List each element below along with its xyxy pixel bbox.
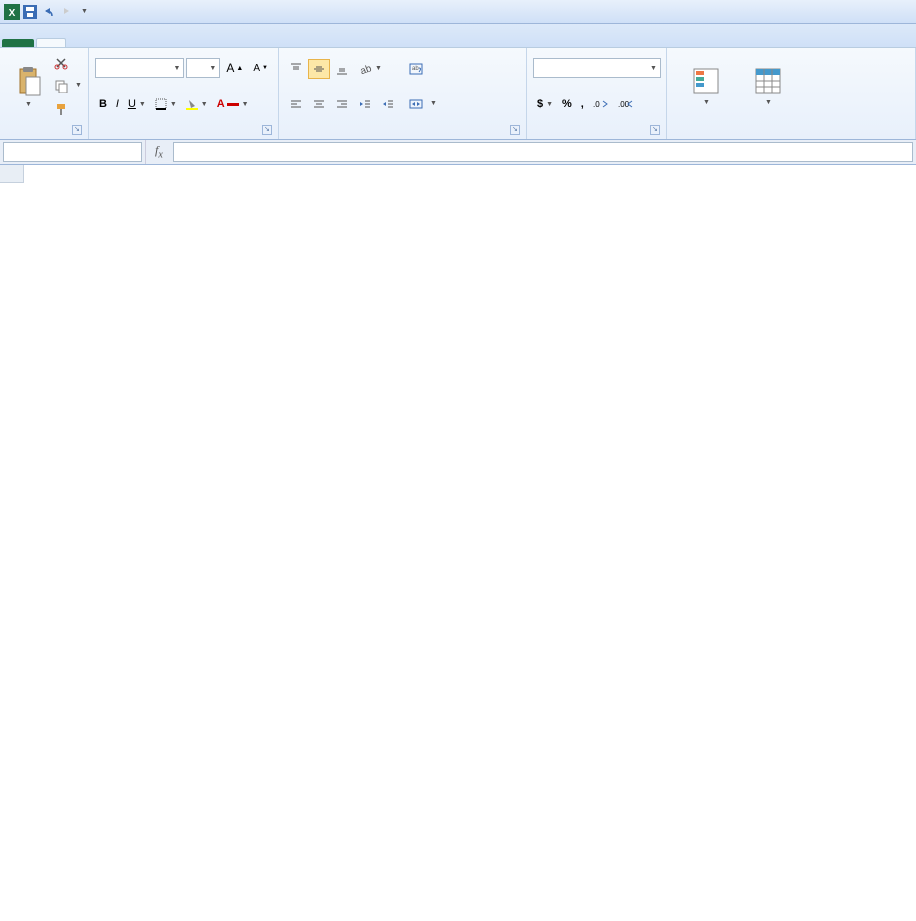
svg-text:X: X: [9, 8, 16, 19]
decrease-indent-icon[interactable]: [354, 94, 376, 114]
format-painter-button[interactable]: [54, 98, 82, 120]
group-font: ▼ ▼ A▲ A▼ B I U▼ ▼ ▼ A▼ ↘: [89, 48, 279, 139]
group-number: ▼ $▼ % , .0 .00 ↘: [527, 48, 667, 139]
copy-button[interactable]: ▼: [54, 75, 82, 97]
redo-icon[interactable]: [58, 4, 74, 20]
fill-color-button[interactable]: ▼: [182, 94, 212, 114]
clipboard-launcher-icon[interactable]: ↘: [72, 125, 82, 135]
font-launcher-icon[interactable]: ↘: [262, 125, 272, 135]
grow-font-icon[interactable]: A▲: [222, 58, 247, 78]
tab-insert[interactable]: [66, 39, 94, 47]
group-clipboard: ▼ ▼ ↘: [0, 48, 89, 139]
svg-text:ab: ab: [359, 62, 372, 75]
formula-bar: fx: [0, 140, 916, 165]
select-all-corner[interactable]: [0, 165, 24, 183]
align-top-icon[interactable]: [285, 59, 307, 79]
ribbon: ▼ ▼ ↘ ▼ ▼ A▲ A▼ B I U▼ ▼ ▼ A▼: [0, 48, 916, 140]
font-name-select[interactable]: ▼: [95, 58, 185, 78]
percent-icon[interactable]: %: [558, 94, 576, 114]
font-color-button[interactable]: A▼: [213, 94, 253, 114]
paste-button[interactable]: ▼: [6, 51, 50, 121]
excel-icon[interactable]: X: [4, 4, 20, 20]
align-right-icon[interactable]: [331, 94, 353, 114]
align-center-icon[interactable]: [308, 94, 330, 114]
shrink-font-icon[interactable]: A▼: [249, 58, 272, 78]
formula-input[interactable]: [173, 142, 913, 162]
increase-indent-icon[interactable]: [377, 94, 399, 114]
tab-file[interactable]: [2, 39, 34, 47]
svg-text:ab: ab: [412, 66, 419, 72]
border-button[interactable]: ▼: [151, 94, 181, 114]
number-launcher-icon[interactable]: ↘: [650, 125, 660, 135]
number-format-select[interactable]: ▼: [533, 58, 661, 78]
font-size-select[interactable]: ▼: [186, 58, 220, 78]
tab-page-layout[interactable]: [94, 39, 122, 47]
group-styles: ▼ ▼: [667, 48, 916, 139]
format-as-table-button[interactable]: ▼: [743, 51, 793, 121]
align-bottom-icon[interactable]: [331, 59, 353, 79]
tab-view[interactable]: [206, 39, 234, 47]
alignment-launcher-icon[interactable]: ↘: [510, 125, 520, 135]
currency-icon[interactable]: $▼: [533, 94, 557, 114]
undo-icon[interactable]: [40, 4, 56, 20]
tab-review[interactable]: [178, 39, 206, 47]
merge-center-button[interactable]: ▼: [409, 93, 437, 115]
bold-button[interactable]: B: [95, 94, 111, 114]
fx-icon[interactable]: fx: [149, 143, 169, 160]
titlebar: X ▼: [0, 0, 916, 24]
cut-button[interactable]: [54, 52, 82, 74]
decrease-decimal-icon[interactable]: .00: [614, 94, 638, 114]
italic-button[interactable]: I: [112, 94, 123, 114]
tab-data[interactable]: [150, 39, 178, 47]
tab-formulas[interactable]: [122, 39, 150, 47]
orientation-icon[interactable]: ab▼: [354, 59, 386, 79]
increase-decimal-icon[interactable]: .0: [589, 94, 613, 114]
svg-text:.0: .0: [593, 100, 600, 109]
tab-home[interactable]: [36, 38, 66, 47]
comma-icon[interactable]: ,: [577, 94, 588, 114]
qat-dropdown-icon[interactable]: ▼: [76, 4, 92, 20]
spreadsheet-grid[interactable]: [0, 165, 916, 183]
underline-button[interactable]: U▼: [124, 94, 150, 114]
align-middle-icon[interactable]: [308, 59, 330, 79]
conditional-formatting-button[interactable]: ▼: [673, 51, 739, 121]
quick-access-toolbar: X ▼: [4, 4, 92, 20]
ribbon-tabs: [0, 24, 916, 48]
align-left-icon[interactable]: [285, 94, 307, 114]
name-box[interactable]: [3, 142, 142, 162]
save-icon[interactable]: [22, 4, 38, 20]
group-alignment: ab▼ ab ▼ ↘: [279, 48, 527, 139]
wrap-text-button[interactable]: ab: [409, 58, 437, 80]
